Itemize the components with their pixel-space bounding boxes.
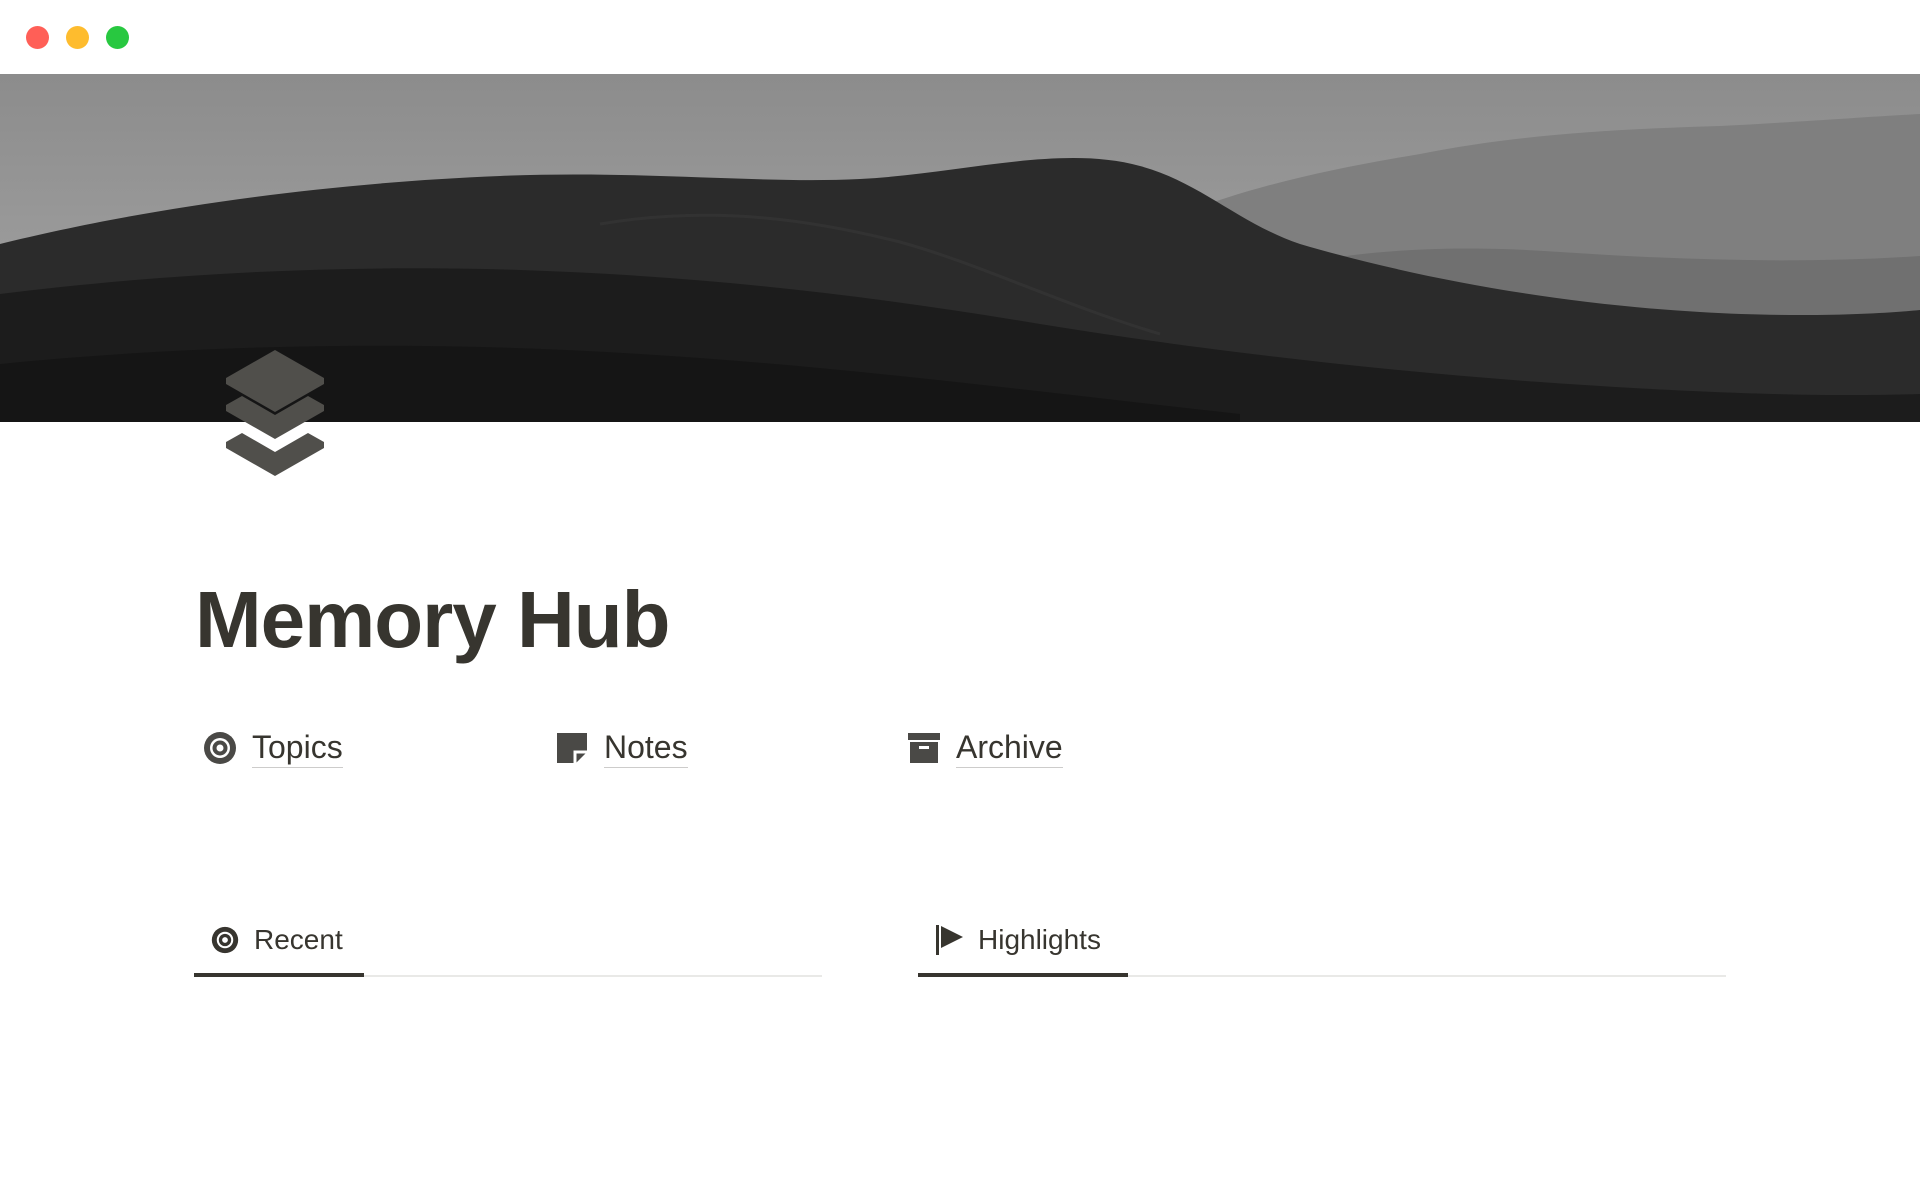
topics-link-label: Topics bbox=[252, 728, 343, 768]
notes-link-label: Notes bbox=[604, 728, 688, 768]
target-icon bbox=[202, 730, 238, 766]
archive-box-icon bbox=[906, 730, 942, 766]
zoom-window-button[interactable] bbox=[106, 26, 129, 49]
archive-link-label: Archive bbox=[956, 728, 1063, 768]
active-tab-indicator bbox=[918, 973, 1128, 977]
minimize-window-button[interactable] bbox=[66, 26, 89, 49]
sticky-note-icon bbox=[554, 730, 590, 766]
window-titlebar bbox=[0, 0, 1920, 74]
tab-highlights[interactable]: Highlights bbox=[918, 905, 1128, 977]
tab-recent[interactable]: Recent bbox=[194, 905, 364, 977]
flag-icon bbox=[934, 925, 964, 955]
tab-recent-label: Recent bbox=[254, 924, 343, 955]
close-window-button[interactable] bbox=[26, 26, 49, 49]
quick-links: Topics Notes Archive bbox=[0, 720, 1920, 776]
active-tab-indicator bbox=[194, 973, 364, 977]
recent-section-tabs: Recent bbox=[194, 905, 822, 977]
target-icon bbox=[210, 925, 240, 955]
notes-link[interactable]: Notes bbox=[554, 720, 688, 776]
archive-link[interactable]: Archive bbox=[906, 720, 1063, 776]
highlights-section-tabs: Highlights bbox=[918, 905, 1726, 977]
page-title: Memory Hub bbox=[195, 575, 670, 664]
stacked-layers-icon[interactable] bbox=[222, 350, 328, 484]
tab-highlights-label: Highlights bbox=[978, 924, 1101, 955]
topics-link[interactable]: Topics bbox=[202, 720, 343, 776]
